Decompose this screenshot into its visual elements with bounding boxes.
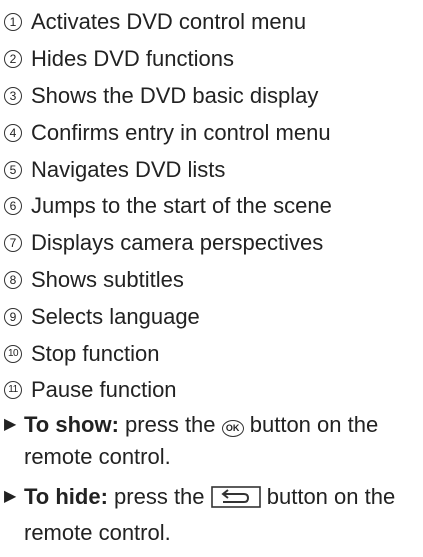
number-badge: 10	[4, 344, 22, 363]
legend-item-label: Hides DVD functions	[31, 46, 234, 72]
legend-item: 1 Activates DVD control menu	[4, 4, 416, 41]
legend-item-label: Activates DVD control menu	[31, 9, 307, 35]
bullet-arrow-icon: ▶	[4, 416, 17, 433]
legend-item: 11 Pause function	[4, 372, 416, 409]
back-button-icon	[210, 485, 261, 517]
number-badge: 5	[4, 160, 22, 179]
legend-list: 1 Activates DVD control menu 2 Hides DVD…	[4, 4, 416, 409]
legend-item: 4 Confirms entry in control menu	[4, 114, 416, 151]
legend-item: 3 Shows the DVD basic display	[4, 78, 416, 115]
instruction-text: press the	[118, 412, 222, 437]
number-badge: 6	[4, 197, 22, 216]
bullet-arrow-icon: ▶	[4, 488, 17, 505]
legend-item: 9 Selects language	[4, 298, 416, 335]
legend-item: 7 Displays camera perspectives	[4, 225, 416, 262]
number-badge: 8	[4, 270, 22, 289]
instruction-text: press the	[107, 484, 211, 509]
legend-item-label: Shows the DVD basic display	[31, 82, 319, 108]
legend-item: 6 Jumps to the start of the scene	[4, 188, 416, 225]
number-badge: 3	[4, 86, 22, 105]
legend-item: 5 Navigates DVD lists	[4, 151, 416, 188]
instructions: ▶ To show: press the OK button on the rem…	[4, 409, 418, 557]
hide-instruction: ▶ To hide: press the button on the remote…	[4, 481, 418, 549]
number-badge: 7	[4, 234, 22, 253]
legend-item-label: Stop function	[31, 340, 160, 366]
ok-button-icon: OK	[221, 419, 244, 437]
instruction-label: To hide:	[24, 484, 108, 509]
number-badge: 4	[4, 123, 22, 142]
legend-item-label: Selects language	[31, 303, 200, 329]
legend-item-label: Navigates DVD lists	[31, 156, 226, 182]
number-badge: 9	[4, 307, 22, 326]
instruction-label: To show:	[24, 412, 119, 437]
legend-item: 2 Hides DVD functions	[4, 41, 416, 78]
legend-item-label: Jumps to the start of the scene	[31, 193, 332, 219]
legend-item-label: Pause function	[31, 377, 177, 403]
legend-item-label: Confirms entry in control menu	[31, 119, 331, 145]
legend-item-label: Shows subtitles	[31, 266, 184, 292]
legend-item: 8 Shows subtitles	[4, 262, 416, 299]
page: 1 Activates DVD control menu 2 Hides DVD…	[0, 0, 423, 545]
number-badge: 2	[4, 50, 22, 69]
legend-item-label: Displays camera perspectives	[31, 230, 324, 256]
number-badge: 11	[4, 381, 22, 400]
legend-item: 10 Stop function	[4, 335, 416, 372]
show-instruction: ▶ To show: press the OK button on the rem…	[4, 409, 418, 473]
number-badge: 1	[4, 13, 22, 32]
